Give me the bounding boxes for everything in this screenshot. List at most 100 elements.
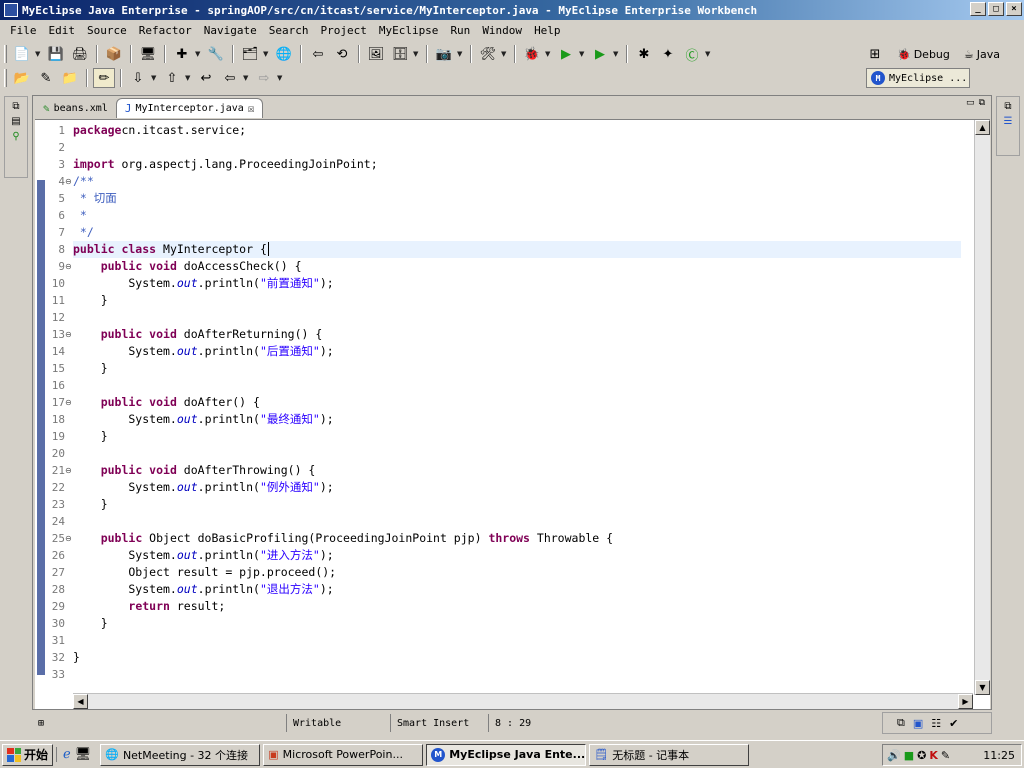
new-class-icon[interactable]: Ⓒ	[681, 44, 703, 64]
package-icon[interactable]: 📦	[103, 44, 125, 64]
fold-toggle-icon[interactable]: ⊖	[65, 326, 73, 343]
code-line[interactable]: public class MyInterceptor {	[73, 241, 961, 258]
maximize-panel-icon[interactable]: ⧉	[979, 98, 985, 108]
ie-icon[interactable]: ℯ	[63, 747, 71, 762]
code-text[interactable]: packagecn.itcast.service; import org.aspe…	[73, 120, 961, 695]
code-line[interactable]	[73, 445, 961, 462]
problems-icon[interactable]: ☷	[931, 717, 941, 730]
show-desktop-icon[interactable]: 🖥	[75, 747, 92, 762]
tray-tool-icon[interactable]: ✎	[941, 749, 950, 762]
menu-file[interactable]: File	[4, 24, 43, 37]
minimize-panel-icon[interactable]: ▭	[966, 98, 975, 108]
menu-myeclipse[interactable]: MyEclipse	[373, 24, 445, 37]
menu-project[interactable]: Project	[314, 24, 372, 37]
menu-refactor[interactable]: Refactor	[133, 24, 198, 37]
back-nav-dropdown-icon[interactable]: ▼	[243, 74, 251, 82]
window-title-bar[interactable]: MyEclipse Java Enterprise - springAOP/sr…	[0, 0, 1024, 20]
code-line[interactable]: System.out.println("前置通知");	[73, 275, 961, 292]
tools-icon[interactable]: 🛠	[477, 44, 499, 64]
debug-dropdown-icon[interactable]: ▼	[545, 50, 553, 58]
browser-icon[interactable]: 🌐	[273, 44, 295, 64]
open-type-dropdown-icon[interactable]: ▼	[263, 50, 271, 58]
new-dropdown-icon[interactable]: ▼	[35, 50, 43, 58]
run-icon[interactable]: ▶	[555, 44, 577, 64]
fold-toggle-icon[interactable]: ⊖	[65, 394, 73, 411]
code-line[interactable]: /**	[73, 173, 961, 190]
open-type-icon[interactable]: 🗂	[239, 44, 261, 64]
code-line[interactable]: }	[73, 649, 961, 666]
menu-search[interactable]: Search	[263, 24, 315, 37]
run-external-icon[interactable]: ▶	[589, 44, 611, 64]
code-line[interactable]: * 切面	[73, 190, 961, 207]
camera-icon[interactable]: 📷	[433, 44, 455, 64]
wizard-icon[interactable]: 🔧	[205, 44, 227, 64]
open-project-icon[interactable]: 📂	[11, 68, 33, 88]
maximize-button[interactable]: □	[988, 2, 1004, 16]
restore-view-icon[interactable]: ⧉	[1004, 101, 1011, 112]
code-editor[interactable]: 1 2 3 4 5 6 7 8 9 10 11 12 13 14 15 16 17 18 19 20 21 22 23 24 2…	[35, 119, 990, 709]
code-line[interactable]: System.out.println("最终通知");	[73, 411, 961, 428]
code-line[interactable]: }	[73, 292, 961, 309]
tab-myinterceptor-java[interactable]: J MyInterceptor.java ☒	[115, 98, 264, 118]
prev-annotation-dropdown-icon[interactable]: ▼	[185, 74, 193, 82]
fast-view-icon[interactable]: ⊞	[38, 718, 44, 729]
code-line[interactable]: public void doAfter() {	[73, 394, 961, 411]
code-line[interactable]	[73, 309, 961, 326]
code-line[interactable]	[73, 632, 961, 649]
code-line[interactable]: import org.aspectj.lang.ProceedingJoinPo…	[73, 156, 961, 173]
new-icon[interactable]: 📄	[11, 44, 33, 64]
last-edit-location-icon[interactable]: ↩	[195, 68, 217, 88]
task-netmeeting[interactable]: 🌐 NetMeeting - 32 个连接	[100, 743, 261, 766]
code-line[interactable]	[73, 513, 961, 530]
code-line[interactable]: *	[73, 207, 961, 224]
code-line[interactable]	[73, 377, 961, 394]
debug-bug-icon[interactable]: 🐞	[521, 44, 543, 64]
minimize-button[interactable]: _	[970, 2, 986, 16]
code-line[interactable]: public void doAfterThrowing() {	[73, 462, 961, 479]
refresh-icon[interactable]: ⟲	[331, 44, 353, 64]
fold-toggle-icon[interactable]: ⊖	[65, 173, 73, 190]
db-dropdown-icon[interactable]: ▼	[413, 50, 421, 58]
code-line[interactable]: Object result = pjp.proceed();	[73, 564, 961, 581]
close-button[interactable]: ×	[1006, 2, 1022, 16]
close-tab-icon[interactable]: ☒	[248, 102, 255, 115]
network-icon[interactable]: ■	[904, 749, 914, 762]
horizontal-scrollbar[interactable]: ◀ ▶	[73, 693, 973, 709]
menu-help[interactable]: Help	[528, 24, 567, 37]
myeclipse-perspective-button[interactable]: M MyEclipse ...	[866, 68, 970, 88]
deploy-dropdown-icon[interactable]: ▼	[195, 50, 203, 58]
code-line[interactable]: System.out.println("例外通知");	[73, 479, 961, 496]
back-icon[interactable]: ⇦	[307, 44, 329, 64]
code-line[interactable]: */	[73, 224, 961, 241]
kaspersky-icon[interactable]: K	[929, 749, 938, 762]
code-line[interactable]: packagecn.itcast.service;	[73, 122, 961, 139]
forward-nav-dropdown-icon[interactable]: ▼	[277, 74, 285, 82]
code-line[interactable]: public Object doBasicProfiling(Proceedin…	[73, 530, 961, 547]
fold-toggle-icon[interactable]: ⊖	[65, 530, 73, 547]
scroll-down-icon[interactable]: ▼	[975, 680, 990, 695]
task-powerpoint[interactable]: ▣ Microsoft PowerPoin...	[263, 743, 424, 766]
scroll-up-icon[interactable]: ▲	[975, 120, 990, 135]
forward-nav-icon[interactable]: ⇨	[253, 68, 275, 88]
code-line[interactable]: }	[73, 428, 961, 445]
db-icon[interactable]: 🗄	[389, 44, 411, 64]
debug-perspective-button[interactable]: 🐞 Debug	[894, 47, 953, 62]
code-line[interactable]: return result;	[73, 598, 961, 615]
code-line[interactable]: System.out.println("退出方法");	[73, 581, 961, 598]
vertical-scrollbar[interactable]: ▲ ▼	[974, 120, 990, 695]
deploy-icon[interactable]: ✚	[171, 44, 193, 64]
task-notepad[interactable]: 🗒 无标题 - 记事本	[589, 743, 750, 766]
code-line[interactable]: }	[73, 615, 961, 632]
task-myeclipse[interactable]: M MyEclipse Java Ente...	[426, 743, 587, 766]
run-dropdown-icon[interactable]: ▼	[579, 50, 587, 58]
fold-toggle-icon[interactable]: ⊖	[65, 462, 73, 479]
code-line[interactable]	[73, 666, 961, 683]
run-external-dropdown-icon[interactable]: ▼	[613, 50, 621, 58]
volume-icon[interactable]: 🔊	[887, 749, 901, 762]
toolbar-grip[interactable]	[4, 45, 7, 63]
toggle-mark-occurrences-icon[interactable]: ✏	[93, 68, 115, 88]
code-line[interactable]: public void doAccessCheck() {	[73, 258, 961, 275]
open-folder-icon[interactable]: 📁	[59, 68, 81, 88]
restore-view-icon[interactable]: ⧉	[12, 101, 19, 112]
tasks-icon[interactable]: ✔	[949, 717, 958, 730]
